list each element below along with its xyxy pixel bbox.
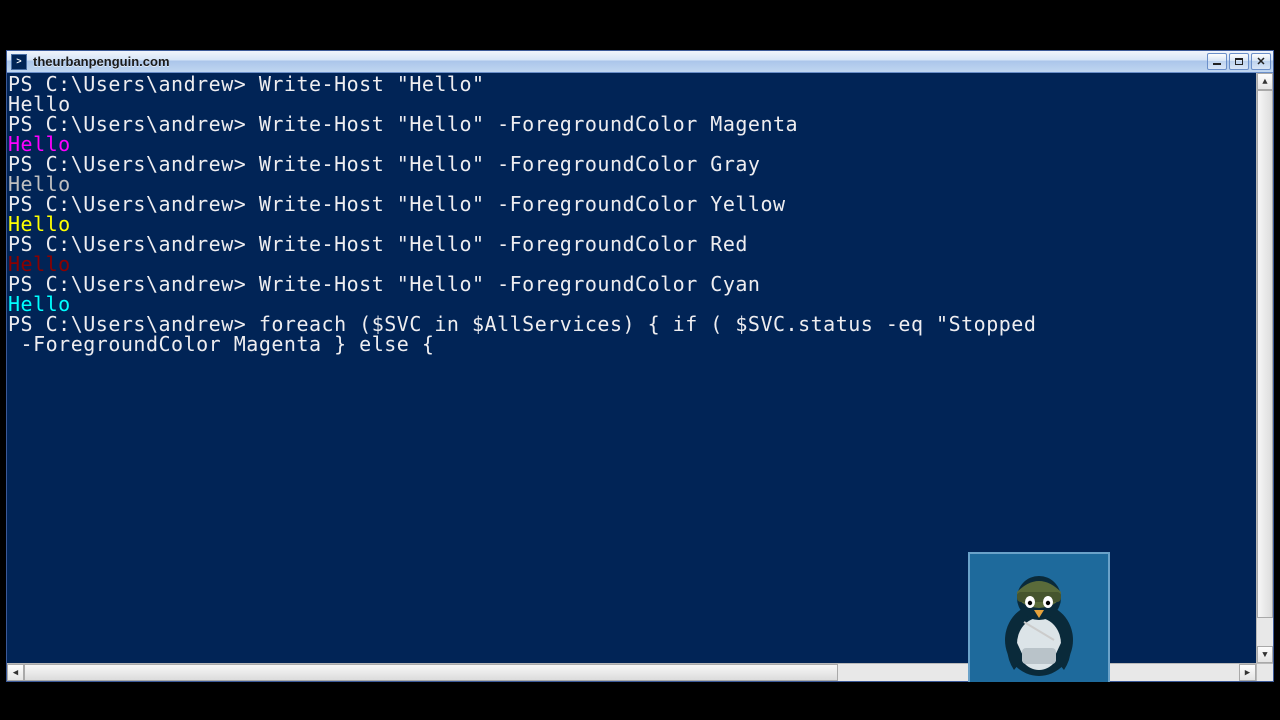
penguin-icon [984, 562, 1094, 682]
console-line: PS C:\Users\andrew> foreach ($SVC in $Al… [8, 314, 1273, 334]
console-line: Hello [8, 254, 1273, 274]
console-line: PS C:\Users\andrew> Write-Host "Hello" -… [8, 114, 1273, 134]
scrollbar-corner [1256, 663, 1273, 681]
console-line: PS C:\Users\andrew> Write-Host "Hello" -… [8, 194, 1273, 214]
scroll-right-button[interactable]: ▶ [1239, 664, 1256, 681]
scroll-left-button[interactable]: ◀ [7, 664, 24, 681]
close-button[interactable]: ✕ [1251, 53, 1271, 70]
scroll-up-button[interactable]: ▲ [1257, 73, 1273, 90]
vertical-scroll-track[interactable] [1257, 90, 1273, 646]
scroll-down-button[interactable]: ▼ [1257, 646, 1273, 663]
letterbox-top [0, 0, 1280, 48]
vertical-scroll-thumb[interactable] [1257, 90, 1273, 618]
minimize-button[interactable] [1207, 53, 1227, 70]
console-line: PS C:\Users\andrew> Write-Host "Hello" -… [8, 234, 1273, 254]
powershell-icon [11, 54, 27, 70]
console-line: Hello [8, 214, 1273, 234]
letterbox-bottom [0, 682, 1280, 720]
horizontal-scroll-thumb[interactable] [24, 664, 838, 681]
console-line: Hello [8, 134, 1273, 154]
console-line: Hello [8, 94, 1273, 114]
console-line: Hello [8, 174, 1273, 194]
console-line: PS C:\Users\andrew> Write-Host "Hello" [8, 74, 1273, 94]
vertical-scrollbar[interactable]: ▲ ▼ [1256, 73, 1273, 663]
console-line: Hello [8, 294, 1273, 314]
webcam-overlay [968, 552, 1110, 692]
console-line: PS C:\Users\andrew> Write-Host "Hello" -… [8, 154, 1273, 174]
window-controls: ✕ [1207, 51, 1273, 72]
console-line: -ForegroundColor Magenta } else { [8, 334, 1273, 354]
window-title: theurbanpenguin.com [31, 54, 1207, 69]
console-line: PS C:\Users\andrew> Write-Host "Hello" -… [8, 274, 1273, 294]
titlebar[interactable]: theurbanpenguin.com ✕ [7, 51, 1273, 73]
maximize-button[interactable] [1229, 53, 1249, 70]
